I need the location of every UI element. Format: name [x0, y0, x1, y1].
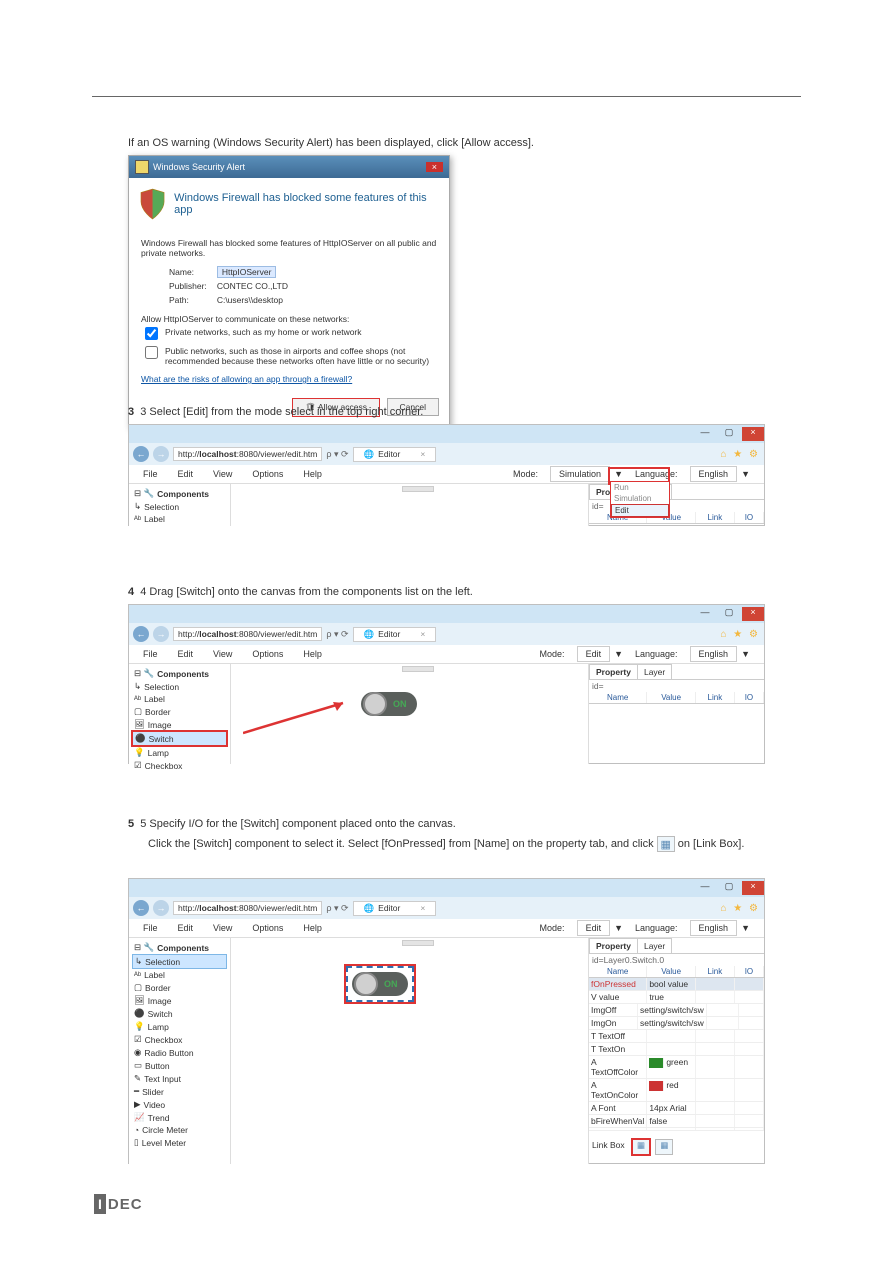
forward-icon[interactable]: →: [153, 446, 169, 462]
horizontal-rule: [92, 96, 801, 97]
step4-text: 4 4 Drag [Switch] onto the canvas from t…: [128, 584, 765, 601]
publisher-value: CONTEC CO.,LTD: [213, 280, 292, 292]
maximize-icon[interactable]: ▢: [718, 427, 740, 441]
dialog-titlebar: Windows Security Alert ×: [129, 156, 449, 178]
shield-large-icon: [139, 188, 166, 220]
browser-window-1: —▢× ← → http://localhost:8080/viewer/edi…: [128, 424, 765, 526]
step5a-text: 5 5 Specify I/O for the [Switch] compone…: [128, 816, 765, 833]
property-row[interactable]: T TextOff: [589, 1030, 764, 1043]
close-icon[interactable]: ×: [742, 427, 764, 441]
property-row[interactable]: A Font14px Arial: [589, 1102, 764, 1115]
address-bar[interactable]: http://localhost:8080/viewer/edit.htm: [173, 447, 322, 461]
dialog-banner-text: Windows Firewall has blocked some featur…: [174, 192, 439, 216]
browser-window-3: —▢× ←→ http://localhost:8080/viewer/edit…: [128, 878, 765, 1164]
firewall-risks-link[interactable]: What are the risks of allowing an app th…: [141, 374, 352, 384]
view-menu[interactable]: View: [205, 467, 240, 481]
body-text-intro: If an OS warning (Windows Security Alert…: [128, 135, 765, 152]
drag-handle-icon[interactable]: [402, 486, 434, 492]
mode-dropdown[interactable]: Run Simulation Edit: [610, 481, 670, 518]
allow-line: Allow HttpIOServer to communicate on the…: [141, 314, 437, 324]
link-box-label: Link Box: [592, 1140, 625, 1150]
tree-root[interactable]: ⊟ 🔧 Components: [132, 487, 227, 500]
shield-icon: [135, 160, 149, 174]
path-value: C:\users\\desktop: [213, 294, 292, 306]
name-label: Name:: [165, 266, 211, 278]
link-box-icon: ▦: [657, 836, 675, 852]
property-row[interactable]: A TextOffColorgreen: [589, 1056, 764, 1079]
property-row[interactable]: T TextOn: [589, 1043, 764, 1056]
mode-select[interactable]: Simulation: [550, 466, 610, 482]
step3-text: 3 3 Select [Edit] from the mode select i…: [128, 404, 765, 421]
link-box-button-2[interactable]: ▦: [655, 1139, 673, 1155]
options-menu[interactable]: Options: [244, 467, 291, 481]
private-network-checkbox[interactable]: Private networks, such as my home or wor…: [141, 327, 437, 343]
public-network-checkbox[interactable]: Public networks, such as those in airpor…: [141, 346, 437, 366]
tree-selection[interactable]: ↳ Selection: [132, 500, 227, 513]
switch-selected[interactable]: ON: [346, 966, 414, 1002]
security-alert-dialog: Windows Security Alert × Windows Firewal…: [128, 155, 450, 428]
file-menu[interactable]: File: [135, 467, 166, 481]
switch-component[interactable]: ON: [361, 692, 417, 716]
property-row[interactable]: V valuetrue: [589, 991, 764, 1004]
favorites-icons[interactable]: ⌂ ★ ⚙: [720, 449, 760, 460]
property-row[interactable]: [589, 1128, 764, 1131]
path-label: Path:: [165, 294, 211, 306]
drag-arrow-icon: [243, 699, 358, 735]
brand-logo: IDEC: [94, 1194, 143, 1214]
tree-switch-selected[interactable]: ⚫ Switch: [132, 731, 227, 746]
property-row[interactable]: fOnPressedbool value: [589, 978, 764, 991]
browser-tab[interactable]: 🌐 Editor×: [353, 447, 437, 462]
language-select[interactable]: English: [690, 466, 738, 482]
close-icon[interactable]: ×: [426, 162, 443, 172]
property-row[interactable]: bFireWhenValfalse: [589, 1115, 764, 1128]
tree-label[interactable]: ᴬᵇ Label: [132, 513, 227, 525]
property-row[interactable]: ImgOnsetting/switch/sw: [589, 1017, 764, 1030]
dialog-title: Windows Security Alert: [153, 162, 245, 172]
edit-menu[interactable]: Edit: [170, 467, 202, 481]
name-value: HttpIOServer: [217, 266, 277, 278]
link-box-button-highlighted[interactable]: ▦: [631, 1138, 651, 1156]
browser-window-2: —▢× ←→ http://localhost:8080/viewer/edit…: [128, 604, 765, 764]
dialog-desc: Windows Firewall has blocked some featur…: [141, 238, 437, 258]
publisher-label: Publisher:: [165, 280, 211, 292]
property-row[interactable]: ImgOffsetting/switch/sw: [589, 1004, 764, 1017]
tree-selection-selected[interactable]: ↳ Selection: [132, 954, 227, 969]
step5b-text: Click the [Switch] component to select i…: [148, 836, 765, 853]
property-row[interactable]: A TextOnColorred: [589, 1079, 764, 1102]
minimize-icon[interactable]: —: [694, 427, 716, 441]
back-icon[interactable]: ←: [133, 446, 149, 462]
prop-id: id=Layer0.Switch.0: [589, 954, 764, 966]
help-menu[interactable]: Help: [295, 467, 330, 481]
